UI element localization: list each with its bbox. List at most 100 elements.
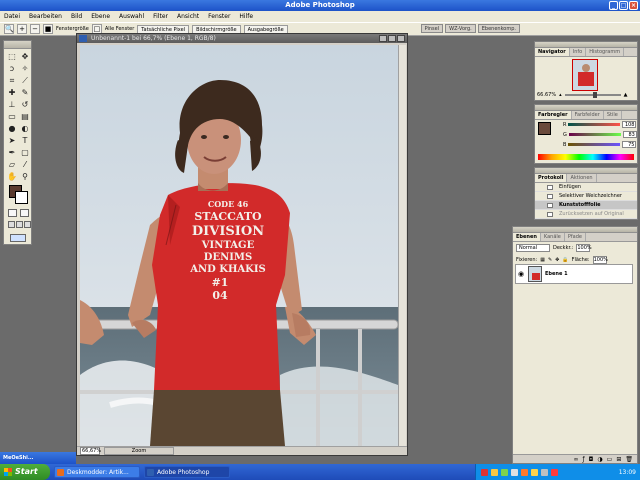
- lasso-tool-icon[interactable]: ↄ: [6, 63, 18, 74]
- menu-fenster[interactable]: Fenster: [208, 13, 230, 20]
- dodge-tool-icon[interactable]: ◐: [19, 123, 31, 134]
- tray-app-icon[interactable]: [531, 468, 538, 476]
- well-tab-pinsel[interactable]: Pinsel: [420, 24, 444, 33]
- lock-position-icon[interactable]: ✥: [555, 257, 559, 263]
- menu-ebene[interactable]: Ebene: [91, 13, 110, 20]
- toolbox-header[interactable]: [4, 41, 31, 49]
- blur-tool-icon[interactable]: ●: [6, 123, 18, 134]
- slice-tool-icon[interactable]: ⟋: [19, 75, 31, 86]
- minimize-button[interactable]: _: [609, 1, 618, 10]
- document-titlebar[interactable]: Unbenannt-1 bei 66,7% (Ebene 1, RGB/8): [77, 34, 407, 43]
- lock-image-icon[interactable]: ✎: [548, 257, 552, 263]
- shape-tool-icon[interactable]: ▢: [19, 147, 31, 158]
- color-spectrum-bar[interactable]: [538, 154, 634, 160]
- menu-bearbeiten[interactable]: Bearbeiten: [29, 13, 62, 20]
- zoom-in-icon[interactable]: +: [17, 24, 27, 34]
- history-item[interactable]: Kunststofffolie: [535, 201, 637, 210]
- eraser-tool-icon[interactable]: ▭: [6, 111, 18, 122]
- magic-wand-tool-icon[interactable]: ✧: [19, 63, 31, 74]
- navigator-thumbnail[interactable]: [572, 59, 598, 91]
- background-color-swatch[interactable]: [15, 191, 28, 204]
- new-layer-icon[interactable]: ⊞: [616, 456, 621, 463]
- history-item[interactable]: Selektiver Weichzeichner: [535, 192, 637, 201]
- type-tool-icon[interactable]: T: [19, 135, 31, 146]
- tab-farbregler[interactable]: Farbregler: [535, 111, 572, 119]
- color-b-slider[interactable]: [568, 143, 621, 146]
- well-tab-wz-vorg[interactable]: WZ-Vorg.: [445, 24, 476, 33]
- menu-hilfe[interactable]: Hilfe: [239, 13, 253, 20]
- pen-tool-icon[interactable]: ✒: [6, 147, 18, 158]
- doc-maximize-button[interactable]: [388, 35, 396, 42]
- tab-aktionen[interactable]: Aktionen: [567, 174, 597, 182]
- menu-datei[interactable]: Datei: [4, 13, 20, 20]
- standard-mode-icon[interactable]: [8, 209, 17, 217]
- start-button[interactable]: Start: [0, 464, 50, 480]
- navigator-zoom-in-icon[interactable]: ▲: [624, 92, 628, 98]
- taskbar-item-firefox[interactable]: Deskmodder: Artik...: [54, 466, 140, 478]
- adjustment-layer-icon[interactable]: ◑: [597, 456, 602, 463]
- doc-minimize-button[interactable]: [379, 35, 387, 42]
- doc-close-button[interactable]: [397, 35, 405, 42]
- notes-tool-icon[interactable]: ▱: [6, 159, 18, 170]
- tray-app-icon[interactable]: [481, 468, 488, 476]
- zoom-out-icon[interactable]: −: [30, 24, 40, 34]
- tab-ebenen[interactable]: Ebenen: [513, 233, 541, 241]
- menu-auswahl[interactable]: Auswahl: [119, 13, 144, 20]
- tab-farbfelder[interactable]: Farbfelder: [572, 111, 604, 119]
- screen-mode-full-icon[interactable]: [24, 221, 31, 228]
- tab-pfade[interactable]: Pfade: [565, 233, 586, 241]
- fill-field[interactable]: 100%: [592, 256, 608, 264]
- brush-tool-icon[interactable]: ✎: [19, 87, 31, 98]
- marquee-tool-icon[interactable]: ⬚: [6, 51, 18, 62]
- tray-volume-icon[interactable]: [541, 468, 548, 476]
- tray-app-icon[interactable]: [521, 468, 528, 476]
- resize-windows-checkbox[interactable]: ■: [43, 24, 53, 34]
- taskbar-item-photoshop[interactable]: Adobe Photoshop: [144, 466, 230, 478]
- tray-app-icon[interactable]: [491, 468, 498, 476]
- path-selection-tool-icon[interactable]: ➤: [6, 135, 18, 146]
- crop-tool-icon[interactable]: ⌗: [6, 75, 18, 86]
- menu-ansicht[interactable]: Ansicht: [177, 13, 199, 20]
- lock-all-icon[interactable]: 🔒: [562, 257, 568, 263]
- maximize-button[interactable]: □: [619, 1, 628, 10]
- tab-stile[interactable]: Stile: [604, 111, 622, 119]
- navigator-zoom-slider[interactable]: [564, 92, 621, 98]
- minimized-window[interactable]: MeOeShi...: [0, 452, 76, 464]
- delete-layer-icon[interactable]: 🗑: [625, 456, 633, 463]
- well-tab-ebenenkomp[interactable]: Ebenenkomp.: [477, 24, 520, 33]
- hand-tool-icon[interactable]: ✋: [6, 171, 18, 182]
- layer-style-icon[interactable]: ƒ: [583, 456, 585, 463]
- document-vertical-scrollbar[interactable]: [398, 45, 406, 446]
- tab-navigator[interactable]: Navigator: [535, 48, 570, 56]
- image-canvas[interactable]: CODE 46 STACCATO DIVISION VINTAGE DENIMS…: [80, 45, 398, 446]
- opacity-field[interactable]: 100%: [576, 244, 592, 252]
- tray-network-icon[interactable]: [511, 468, 518, 476]
- close-button[interactable]: ×: [629, 1, 638, 10]
- eyedropper-tool-icon[interactable]: ⁄: [19, 159, 31, 170]
- menu-filter[interactable]: Filter: [153, 13, 168, 20]
- tray-app-icon[interactable]: [501, 468, 508, 476]
- healing-brush-tool-icon[interactable]: ✚: [6, 87, 18, 98]
- link-layers-icon[interactable]: ∞: [574, 456, 579, 463]
- menu-bild[interactable]: Bild: [71, 13, 82, 20]
- layer-mask-icon[interactable]: ◘: [589, 456, 594, 463]
- color-r-slider[interactable]: [568, 123, 621, 126]
- tab-kanaele[interactable]: Kanäle: [541, 233, 565, 241]
- history-item[interactable]: Zurücksetzen auf Original: [535, 210, 637, 219]
- lock-transparency-icon[interactable]: ▦: [540, 257, 545, 263]
- history-item[interactable]: Einfügen: [535, 183, 637, 192]
- move-tool-icon[interactable]: ✥: [19, 51, 31, 62]
- screen-mode-fullmenu-icon[interactable]: [16, 221, 23, 228]
- zoom-tool-box-icon[interactable]: ⚲: [19, 171, 31, 182]
- zoom-tool-icon[interactable]: 🔍: [4, 24, 14, 34]
- tab-info[interactable]: Info: [570, 48, 587, 56]
- jump-to-imageready-icon[interactable]: [10, 234, 26, 242]
- new-group-icon[interactable]: ▭: [607, 456, 613, 463]
- layer-visibility-eye-icon[interactable]: ◉: [518, 270, 525, 278]
- tray-app-icon[interactable]: [551, 468, 558, 476]
- color-g-slider[interactable]: [568, 133, 621, 136]
- tray-clock[interactable]: 13:09: [619, 469, 640, 476]
- screen-mode-standard-icon[interactable]: [8, 221, 15, 228]
- clone-stamp-tool-icon[interactable]: ⊥: [6, 99, 18, 110]
- color-g-field[interactable]: 83: [622, 131, 637, 138]
